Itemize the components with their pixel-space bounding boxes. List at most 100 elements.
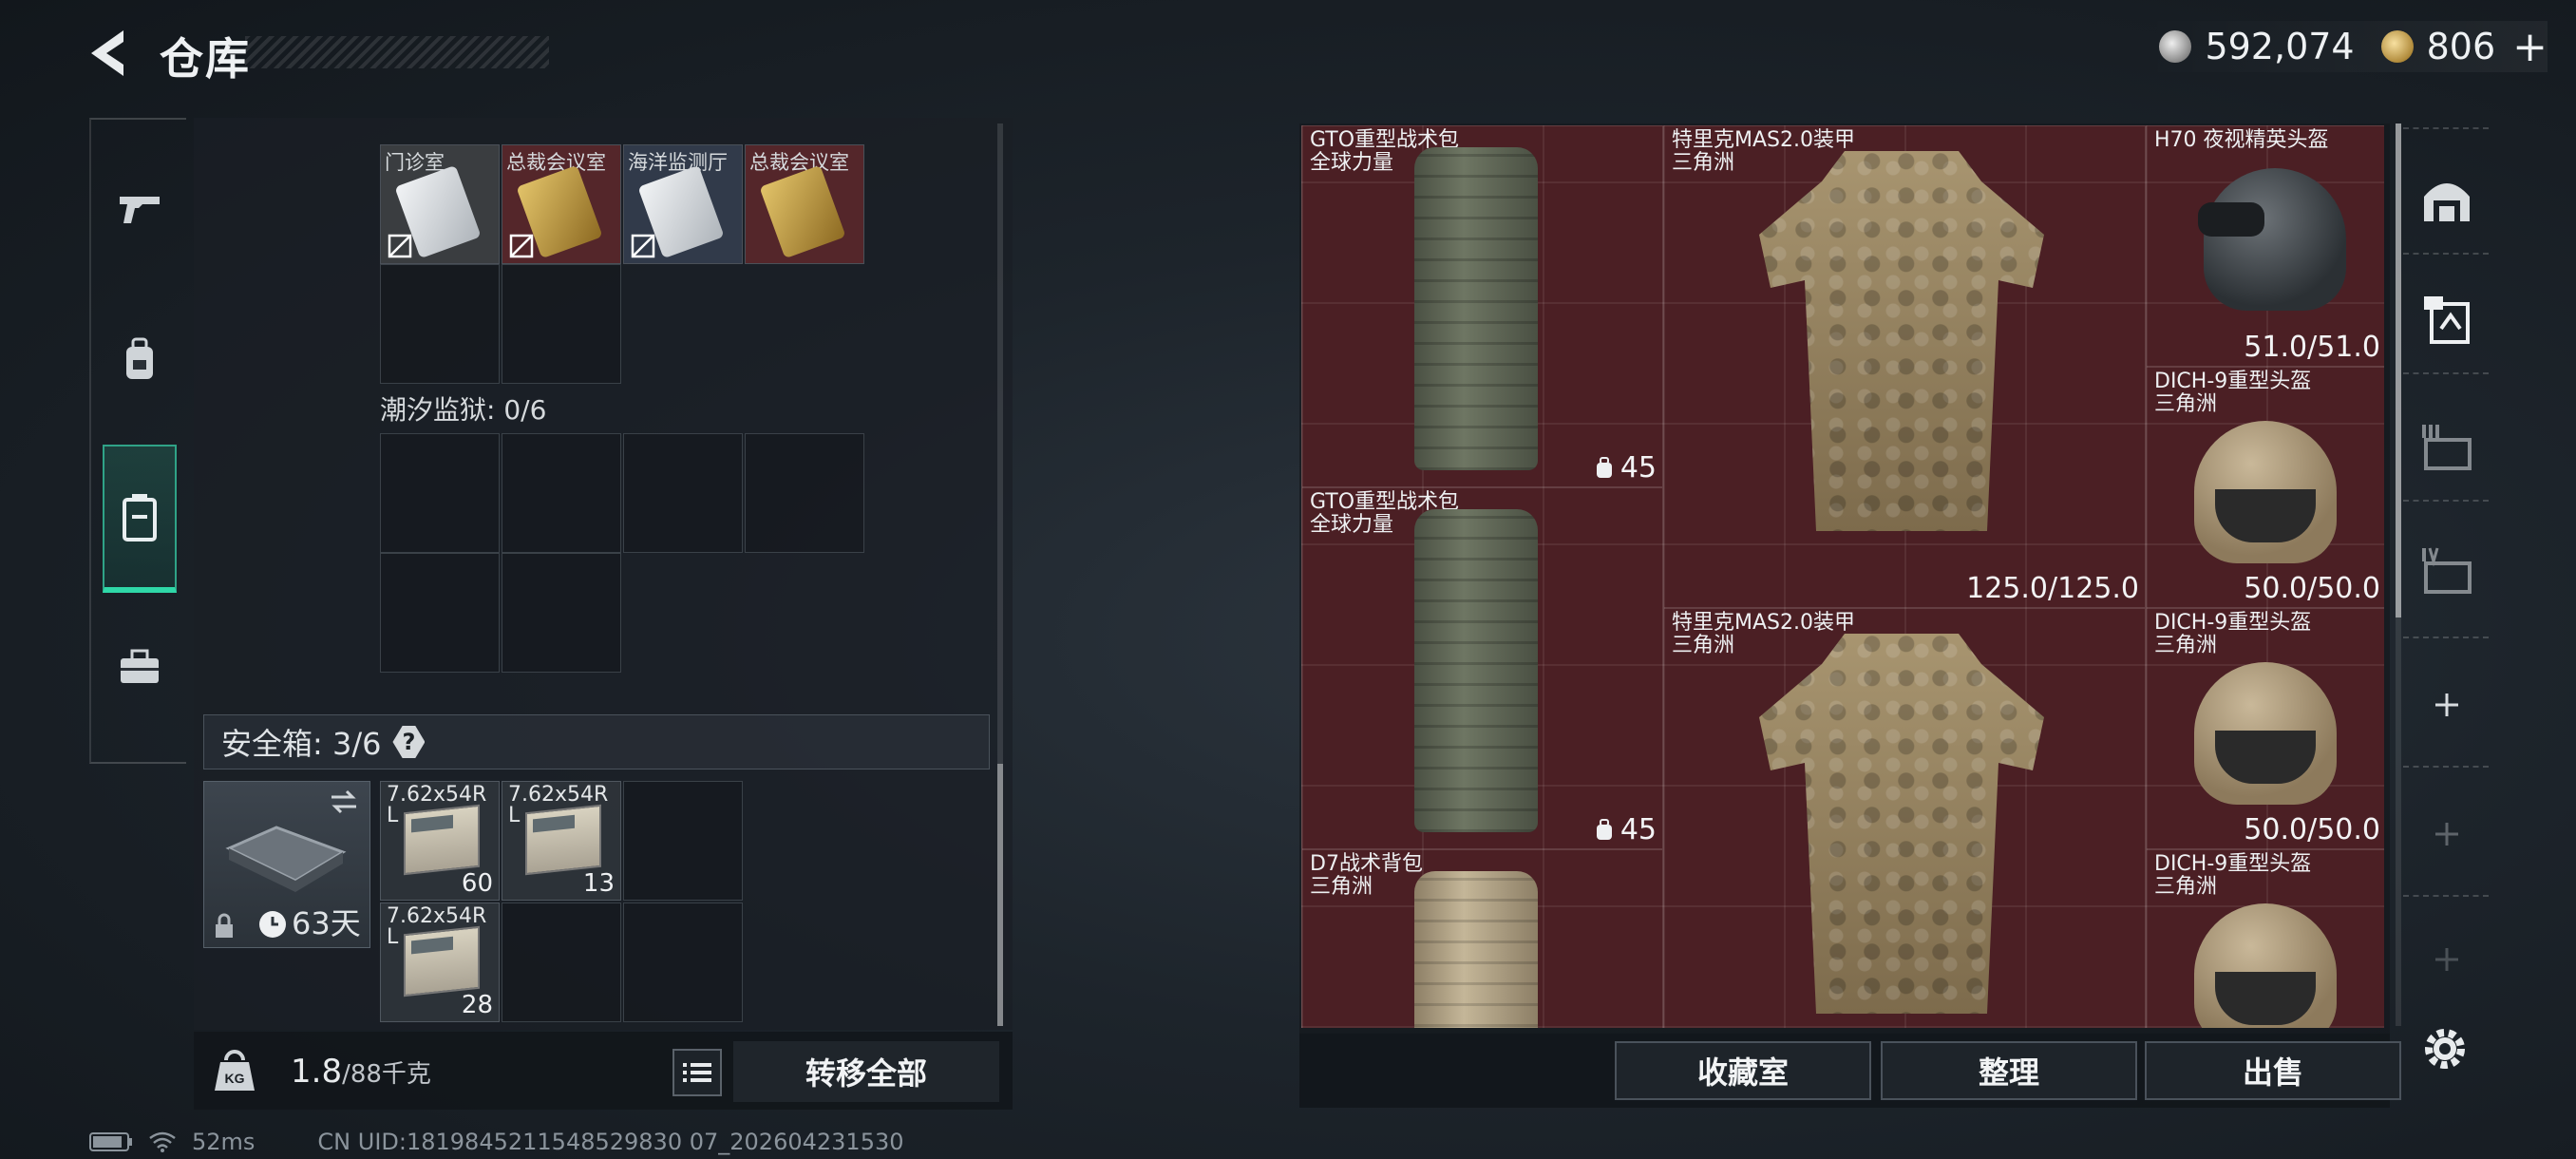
ammo-box-icon [404,804,480,876]
left-scrollbar-thumb[interactable] [997,764,1003,1026]
empty-slot[interactable] [745,433,864,553]
item-subname: 三角洲 [2154,392,2218,416]
ammo-item[interactable]: 7.62x54R L 60 [380,781,500,901]
item-name: H70 夜视精英头盔 [2154,128,2329,152]
gold-amount: 806 [2426,26,2496,67]
section-label: 潮汐监狱: 0/6 [380,394,547,426]
storage-item[interactable]: DICH-9重型头盔 三角洲 50.0/50.0 [2146,367,2384,608]
item-capacity-value: 45 [1619,813,1657,846]
storage-item[interactable]: 特里克MAS2.0装甲 三角洲 125.0/125.0 [1663,125,2146,608]
empty-slot[interactable] [502,433,621,553]
empty-slot[interactable] [380,433,500,553]
add-tab-button-disabled[interactable] [2409,796,2485,872]
empty-slot[interactable] [623,902,743,1022]
storage-item[interactable]: DICH-9重型头盔 三角洲 [2146,849,2384,1028]
no-entry-icon [509,234,534,258]
plus-icon [2435,948,2458,971]
currency-bar: 592,074 806 + [2140,21,2548,72]
armor-vest-image [1759,151,2044,531]
tab-page-1[interactable] [2409,281,2485,357]
safe-box-timer: 63天 [292,905,361,941]
nav-toolbox[interactable] [103,631,177,705]
ammo-quantity: 13 [582,869,615,898]
ping: 52ms [192,1129,256,1155]
organize-button[interactable]: 整理 [1881,1041,2137,1100]
ammo-item[interactable]: 7.62x54R L 13 [502,781,621,901]
safe-box-case[interactable]: 63天 [203,781,370,948]
backpack-icon [126,337,153,379]
empty-slot[interactable] [502,264,621,384]
back-button[interactable] [84,27,141,80]
nav-weapons[interactable] [103,171,177,245]
empty-slot[interactable] [502,902,621,1022]
add-tab-button-disabled[interactable] [2409,922,2485,998]
storage-item[interactable]: H70 夜视精英头盔 51.0/51.0 [2146,125,2384,367]
item-subname: 三角洲 [1672,634,1735,657]
transfer-all-button[interactable]: 转移全部 [733,1041,999,1102]
back-arrow-icon [91,30,123,76]
backpack-image [1414,871,1538,1028]
item-card-1[interactable]: 总裁会议室 [502,144,621,264]
toolbox-icon [121,649,159,683]
nav-equipment[interactable] [103,323,177,397]
item-subname: 全球力量 [1310,151,1394,175]
item-durability: 50.0/50.0 [2244,572,2380,605]
ammo-subname: L [387,804,399,827]
weight-icon: KG [215,1050,255,1091]
tab-page-3[interactable] [2409,408,2485,484]
clock-icon [259,911,286,938]
hard-case-icon [225,826,347,892]
storage-item[interactable]: GTO重型战术包 全球力量 45 [1301,125,1663,487]
item-name: DICH-9重型头盔 [2154,370,2312,393]
list-view-button[interactable] [672,1049,722,1096]
add-tab-button[interactable] [2409,667,2485,743]
storage-item[interactable]: DICH-9重型头盔 三角洲 50.0/50.0 [2146,608,2384,849]
svg-text:KG: KG [225,1071,245,1086]
ammo-name: 7.62x54R [508,783,609,807]
ammo-subname: L [387,925,399,949]
helmet-image [2194,662,2337,805]
item-durability: 125.0/125.0 [1966,572,2139,605]
storage-item[interactable]: 特里克MAS2.0装甲 三角洲 [1663,608,2146,1028]
storage-tabs [2403,124,2489,998]
ammo-item[interactable]: 7.62x54R L 28 [380,902,500,1022]
swap-icon[interactable] [328,788,360,816]
item-capacity: 45 [1594,813,1657,846]
settings-button[interactable] [2407,1011,2483,1087]
page-four-icon [2422,547,2472,594]
storage-item[interactable]: D7战术背包 三角洲 [1301,849,1663,1028]
item-card-0[interactable]: 门诊室 [380,144,500,264]
item-subname: 全球力量 [1310,513,1394,537]
divider [2403,372,2489,374]
weight-value: 1.8 [291,1053,343,1091]
plus-icon [2435,694,2458,716]
item-name: 特里克MAS2.0装甲 [1672,128,1855,152]
empty-slot[interactable] [380,264,500,384]
ammo-name: 7.62x54R [387,783,487,807]
capacity-icon [1596,456,1612,478]
empty-slot[interactable] [623,433,743,553]
item-card-2[interactable]: 海洋监测厅 [623,144,743,264]
empty-slot[interactable] [502,553,621,673]
tab-storage[interactable] [2409,162,2485,238]
weight-readout: 1.8/88千克 [291,1053,431,1091]
add-currency-button[interactable]: + [2512,23,2548,71]
helmet-image [2194,903,2337,1028]
nav-containers[interactable] [103,445,177,593]
help-button[interactable]: ? [392,726,426,758]
divider [2403,766,2489,768]
empty-slot[interactable] [380,553,500,673]
title-decoration [245,36,549,68]
item-card-3[interactable]: 总裁会议室 [745,144,864,264]
storage-scrollbar-thumb[interactable] [2396,124,2401,618]
storage-item[interactable]: GTO重型战术包 全球力量 45 [1301,487,1663,849]
no-entry-icon [631,234,655,258]
tab-page-4[interactable] [2409,532,2485,608]
sell-button[interactable]: 出售 [2145,1041,2401,1100]
item-name: DICH-9重型头盔 [2154,611,2312,635]
item-capacity-value: 45 [1619,451,1657,484]
collection-room-button[interactable]: 收藏室 [1615,1041,1871,1100]
safe-box-header: 安全箱: 3/6 ? [203,714,990,770]
empty-slot[interactable] [623,781,743,901]
ammo-subname: L [508,804,521,827]
